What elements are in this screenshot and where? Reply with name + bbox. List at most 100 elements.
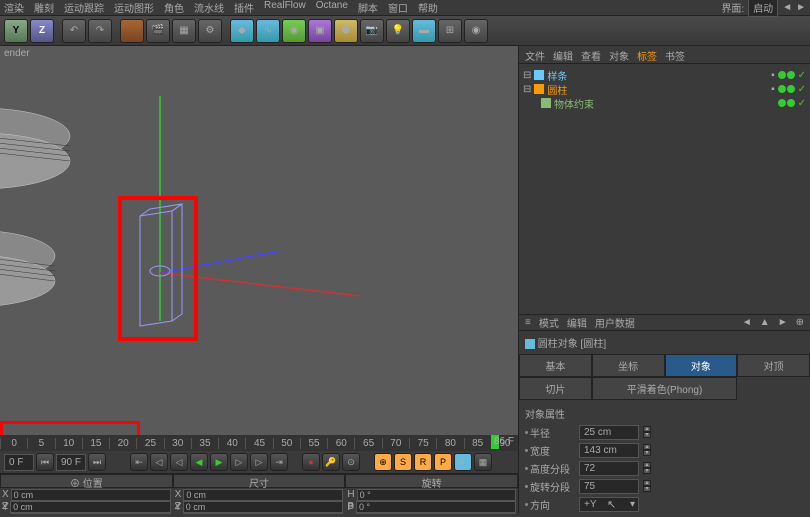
nav-up-icon[interactable]: ▲ (760, 317, 770, 328)
play-fwd-icon[interactable]: ▶ (210, 453, 228, 471)
tab-bookmarks[interactable]: 书签 (665, 48, 685, 61)
light-icon[interactable]: 💡 (386, 19, 410, 43)
render-region-icon[interactable]: ▦ (172, 19, 196, 43)
menu-help[interactable]: 帮助 (418, 0, 438, 15)
attr-tab-caps[interactable]: 对顶 (737, 354, 810, 377)
timeline[interactable]: 05 1015 2025 3035 4045 5055 6065 7075 80… (0, 435, 518, 451)
rseg-field[interactable]: 75 (579, 479, 639, 494)
first-frame-icon[interactable]: ⇤ (130, 453, 148, 471)
vis-render-icon[interactable] (787, 85, 795, 93)
end-frame-field[interactable]: 90 F (56, 454, 86, 471)
tab-tags[interactable]: 标签 (637, 48, 657, 61)
keyframe-dot-icon[interactable] (525, 467, 528, 470)
object-tree[interactable]: ⊟ 样条 ▪ ✓ ⊟ 圆柱 ▪ ✓ 物体约束 ✓ (519, 64, 810, 314)
attr-tab-slice[interactable]: 切片 (519, 377, 592, 400)
vis-editor-icon[interactable] (778, 99, 786, 107)
camera-icon[interactable]: 📷 (360, 19, 384, 43)
floor-icon[interactable]: ▬ (412, 19, 436, 43)
axis-z-button[interactable]: Z (30, 19, 54, 43)
goto-start-icon[interactable]: ⏮ (36, 453, 54, 471)
keyframe-dot-icon[interactable] (525, 503, 528, 506)
next-key-icon[interactable]: ▷ (250, 453, 268, 471)
render-settings-icon[interactable]: ⚙ (198, 19, 222, 43)
start-frame-field[interactable]: 0 F (4, 454, 34, 471)
cube-primitive-icon[interactable]: ◆ (230, 19, 254, 43)
spline-icon[interactable]: ∿ (256, 19, 280, 43)
coord-tab-position[interactable]: ⊕ 位置 (0, 474, 173, 488)
tab-view[interactable]: 查看 (581, 48, 601, 61)
layout-next-icon[interactable]: ► (796, 2, 806, 13)
hamburger-icon[interactable]: ≡ (525, 317, 531, 328)
pos-z-field[interactable]: 0 cm (10, 501, 171, 513)
generator-icon[interactable]: ◉ (282, 19, 306, 43)
layout-prev-icon[interactable]: ◄ (782, 2, 792, 13)
menu-octane[interactable]: Octane (316, 0, 348, 15)
tool1-icon[interactable] (120, 19, 144, 43)
tag-icon[interactable]: ▪ (771, 70, 775, 81)
menu-script[interactable]: 脚本 (358, 0, 378, 15)
bulb-icon[interactable]: ◉ (464, 19, 488, 43)
scale-key-icon[interactable]: S (394, 453, 412, 471)
tab-object[interactable]: 对象 (609, 48, 629, 61)
prev-frame-icon[interactable]: ◁ (170, 453, 188, 471)
autokey-icon[interactable]: 🔑 (322, 453, 340, 471)
radius-field[interactable]: 25 cm (579, 425, 639, 440)
deformer-icon[interactable]: ▣ (308, 19, 332, 43)
rot-h-field[interactable]: 0 ° (357, 489, 516, 501)
tree-item-spline[interactable]: ⊟ 样条 ▪ ✓ (523, 68, 806, 82)
vis-render-icon[interactable] (787, 71, 795, 79)
environment-icon[interactable]: ⬢ (334, 19, 358, 43)
nav-back-icon[interactable]: ◄ (742, 317, 752, 328)
attr-tab-phong[interactable]: 平滑着色(Phong) (592, 377, 738, 400)
tab-file[interactable]: 文件 (525, 48, 545, 61)
attr-mode[interactable]: 模式 (539, 315, 559, 330)
nav-fwd-icon[interactable]: ► (778, 317, 788, 328)
tree-item-constraint[interactable]: 物体约束 ✓ (523, 96, 806, 110)
render-icon[interactable]: 🎬 (146, 19, 170, 43)
goto-end-icon[interactable]: ⏭ (88, 453, 106, 471)
pla-key-icon[interactable]: ◐ (454, 453, 472, 471)
spinner[interactable]: ▴▾ (643, 444, 651, 456)
tab-edit[interactable]: 编辑 (553, 48, 573, 61)
pos-key-icon[interactable]: ⊕ (374, 453, 392, 471)
hseg-field[interactable]: 72 (579, 461, 639, 476)
coord-tab-size[interactable]: 尺寸 (173, 474, 346, 488)
tag-icon[interactable]: ▪ (771, 84, 775, 95)
attr-tab-basic[interactable]: 基本 (519, 354, 592, 377)
menu-realflow[interactable]: RealFlow (264, 0, 306, 15)
tree-item-cylinder[interactable]: ⊟ 圆柱 ▪ ✓ (523, 82, 806, 96)
spinner[interactable]: ▴▾ (643, 426, 651, 438)
last-frame-icon[interactable]: ⇥ (270, 453, 288, 471)
menu-tracker[interactable]: 运动跟踪 (64, 0, 104, 15)
menu-sculpt[interactable]: 雕刻 (34, 0, 54, 15)
size-x-field[interactable]: 0 cm (183, 489, 343, 501)
attr-edit[interactable]: 编辑 (567, 315, 587, 330)
size-z-field[interactable]: 0 cm (183, 501, 344, 513)
key-options-icon[interactable]: ⊙ (342, 453, 360, 471)
vis-editor-icon[interactable] (778, 85, 786, 93)
vis-editor-icon[interactable] (778, 71, 786, 79)
keyframe-dot-icon[interactable] (525, 431, 528, 434)
next-frame-icon[interactable]: ▷ (230, 453, 248, 471)
extra-icon[interactable]: ▦ (474, 453, 492, 471)
nav-menu-icon[interactable]: ⊕ (796, 317, 804, 328)
spinner[interactable]: ▴▾ (643, 462, 651, 474)
record-icon[interactable]: ● (302, 453, 320, 471)
rot-key-icon[interactable]: R (414, 453, 432, 471)
axis-y-button[interactable]: Y (4, 19, 28, 43)
layout-dropdown[interactable]: 启动 (748, 0, 778, 17)
keyframe-dot-icon[interactable] (525, 485, 528, 488)
undo-icon[interactable]: ↶ (62, 19, 86, 43)
check-icon[interactable]: ✓ (798, 84, 806, 95)
expand-icon[interactable]: ⊟ (523, 84, 531, 95)
menu-window[interactable]: 窗口 (388, 0, 408, 15)
coord-tab-rotation[interactable]: 旋转 (345, 474, 518, 488)
expand-icon[interactable]: ⊟ (523, 70, 531, 81)
grid-icon[interactable]: ⊞ (438, 19, 462, 43)
pos-x-field[interactable]: 0 cm (11, 489, 171, 501)
check-icon[interactable]: ✓ (798, 70, 806, 81)
keyframe-dot-icon[interactable] (525, 449, 528, 452)
redo-icon[interactable]: ↷ (88, 19, 112, 43)
play-back-icon[interactable]: ◀ (190, 453, 208, 471)
param-key-icon[interactable]: P (434, 453, 452, 471)
